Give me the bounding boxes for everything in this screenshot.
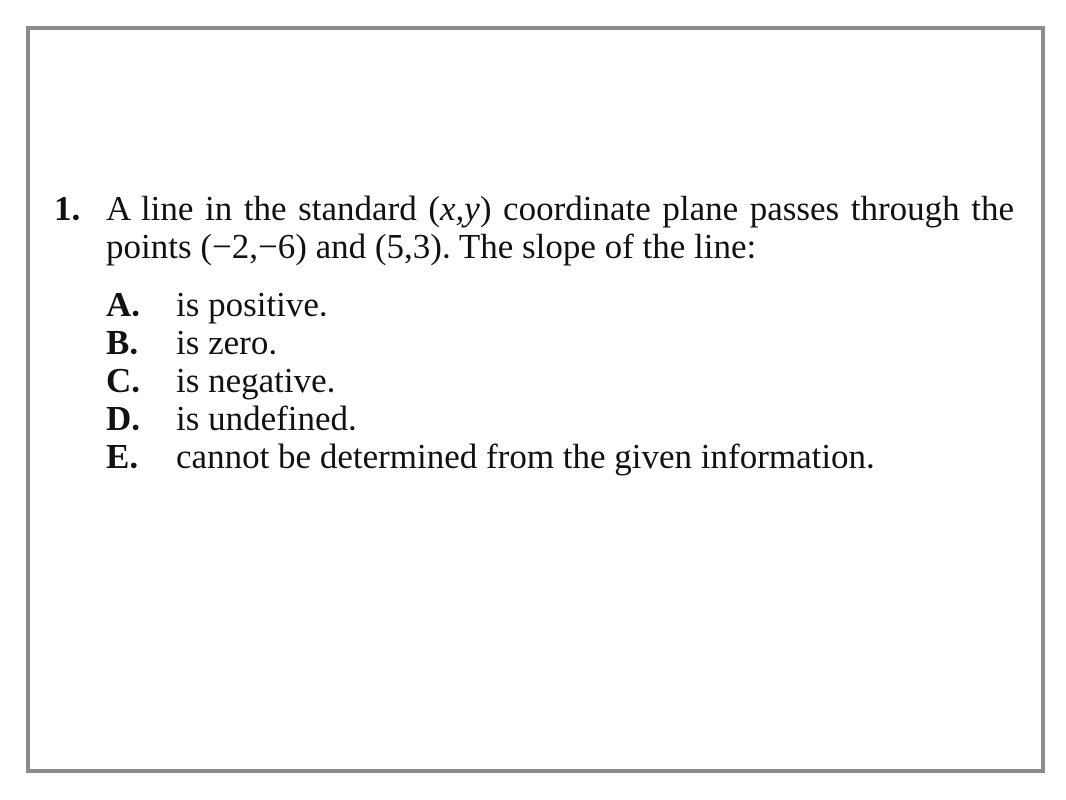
- choice-text: cannot be determined from the given info…: [176, 437, 875, 476]
- choice-text: is positive.: [176, 285, 328, 324]
- question-stem: 1. A line in the standard (x,y) coordina…: [54, 190, 1014, 266]
- choice-c[interactable]: C. is negative.: [106, 362, 1014, 400]
- choice-text: is negative.: [176, 361, 336, 400]
- choice-e[interactable]: E. cannot be determined from the given i…: [106, 438, 1014, 476]
- choice-letter: A.: [106, 285, 141, 324]
- choice-text: is undefined.: [176, 399, 357, 438]
- choice-text: is zero.: [176, 323, 278, 362]
- choice-letter: E.: [106, 437, 139, 476]
- choice-a[interactable]: A. is positive.: [106, 286, 1014, 324]
- question-text: A line in the standard (x,y) coordinate …: [106, 189, 1014, 266]
- choice-b[interactable]: B. is zero.: [106, 324, 1014, 362]
- stem-part-1: A line in the standard (: [106, 189, 440, 228]
- question-block: 1. A line in the standard (x,y) coordina…: [54, 190, 1014, 511]
- choice-d[interactable]: D. is undefined.: [106, 400, 1014, 438]
- question-number: 1.: [54, 189, 81, 228]
- choice-letter: C.: [106, 361, 141, 400]
- question-card: 1. A line in the standard (x,y) coordina…: [26, 26, 1045, 773]
- choice-letter: B.: [106, 323, 139, 362]
- answer-choices: A. is positive. B. is zero. C. is negati…: [54, 286, 1014, 476]
- choice-letter: D.: [106, 399, 141, 438]
- stem-variables: x,y: [439, 189, 480, 228]
